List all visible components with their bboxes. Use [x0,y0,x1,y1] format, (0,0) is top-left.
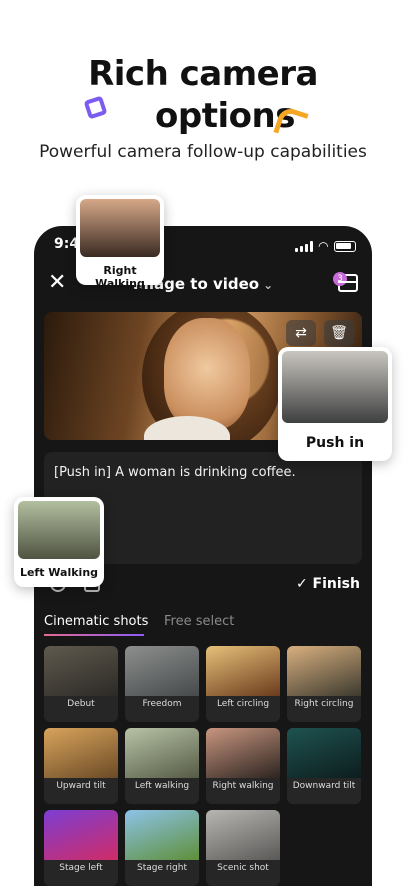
shot-label: Scenic shot [217,863,269,873]
shot-label: Downward tilt [292,781,356,791]
shot-thumbnail [44,810,118,860]
shot-thumbnail [125,728,199,778]
shot-tile[interactable]: Scenic shot [206,810,280,886]
wifi-icon: ◠ [318,239,328,253]
left-walking-image [18,501,100,559]
shot-tile[interactable]: Debut [44,646,118,722]
shot-tile[interactable]: Stage left [44,810,118,886]
push-in-label: Push in [305,435,365,451]
shot-tile[interactable]: Right circling [287,646,361,722]
shot-tile[interactable]: Stage right [125,810,199,886]
shot-thumbnail [206,810,280,860]
signal-icon [294,240,313,252]
cart-count-badge: 3 [333,272,347,286]
hero-title-line1: Rich camera [88,54,318,94]
shot-thumbnail [206,728,280,778]
shot-label: Right circling [294,699,354,709]
shot-thumbnail [287,646,361,696]
left-walking-card: Left Walking [14,497,104,587]
shot-tile[interactable]: Left circling [206,646,280,722]
shot-tabs: Cinematic shots Free select [44,614,362,638]
tab-cinematic-shots[interactable]: Cinematic shots [44,614,148,629]
hero-subtitle: Powerful camera follow-up capabilities [39,142,367,162]
shot-label: Left walking [134,781,190,791]
shot-label: Right walking [212,781,274,791]
shot-tile[interactable]: Left walking [125,728,199,804]
shot-thumbnail [125,646,199,696]
shot-label: Stage left [59,863,103,873]
shot-label: Freedom [142,699,182,709]
shot-label: Upward tilt [56,781,106,791]
shot-label: Stage right [136,863,187,873]
push-in-image [282,351,388,423]
swap-icon[interactable]: ⇄ [286,320,316,346]
active-tab-underline [44,634,144,636]
shot-tile[interactable]: Right walking [206,728,280,804]
shot-thumbnail [44,728,118,778]
push-in-card: Push in [278,347,392,461]
left-walking-label: Left Walking [19,566,99,579]
shot-thumbnail [287,728,361,778]
shot-thumbnail [44,646,118,696]
tab-free-select[interactable]: Free select [164,614,234,629]
trash-icon[interactable]: 🗑 [324,320,354,346]
shot-label: Debut [67,699,95,709]
shot-tile[interactable]: Upward tilt [44,728,118,804]
shot-thumbnail [206,646,280,696]
hero-title-line2: options [155,96,295,136]
finish-button[interactable]: ✓ Finish [296,576,360,592]
hero-section: Rich camera options Powerful camera foll… [0,0,406,200]
shot-tile[interactable]: Downward tilt [287,728,361,804]
right-walking-card: Right Walking [76,195,164,290]
right-walking-image [80,199,160,257]
shot-label: Left circling [216,699,270,709]
woman-face-image [164,318,250,430]
chevron-down-icon: ⌄ [263,278,274,292]
shot-thumbnail [125,810,199,860]
shot-tile[interactable]: Freedom [125,646,199,722]
right-walking-label: Right Walking [95,264,145,290]
box-icon[interactable]: 3 [333,272,358,292]
battery-icon [334,240,356,252]
